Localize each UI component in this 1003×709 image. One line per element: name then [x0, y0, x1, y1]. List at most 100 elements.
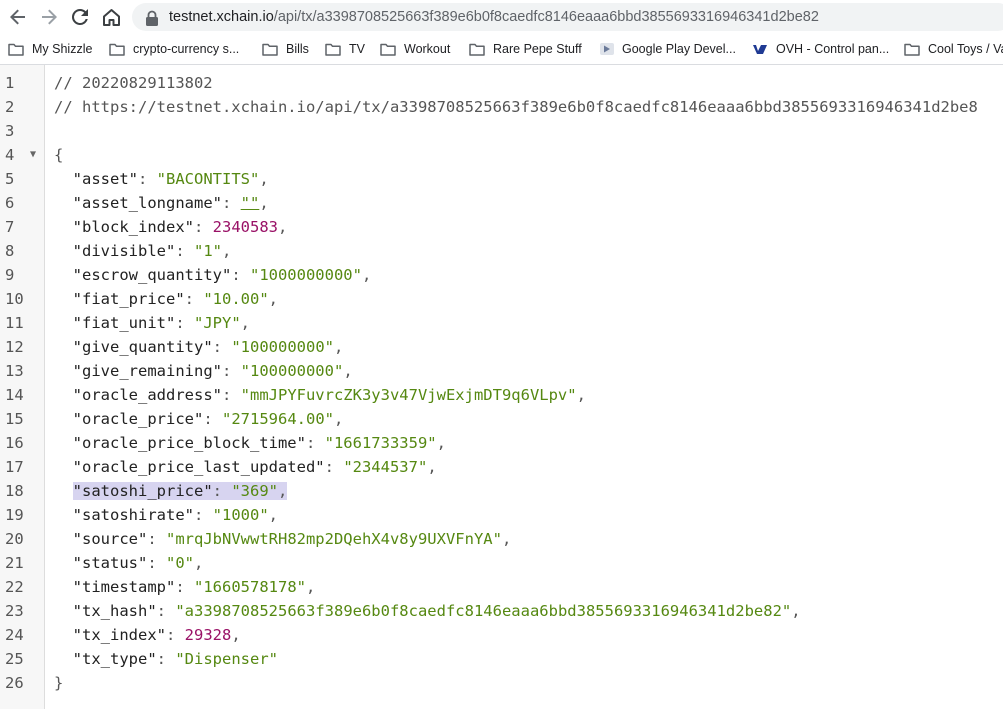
comma: ,	[222, 242, 232, 260]
json-entry: "tx_hash": "a3398708525663f389e6b0f8caed…	[73, 602, 801, 620]
json-key: "asset"	[72, 170, 138, 188]
bookmark-item[interactable]: TV	[325, 40, 365, 58]
code-line: 2 // https://testnet.xchain.io/api/tx/a33…	[0, 95, 1003, 119]
line-number: 10	[5, 290, 24, 308]
colon: :	[212, 482, 232, 500]
code-line: 10 "fiat_price": "10.00",	[0, 287, 1003, 311]
colon: :	[175, 242, 194, 260]
bookmark-label: My Shizzle	[32, 42, 93, 56]
bookmark-item[interactable]: Google Play Devel...	[600, 40, 736, 58]
line-number: 8	[5, 242, 15, 260]
code-content: "satoshirate": "1000",	[54, 503, 278, 527]
json-value: "BACONTITS"	[156, 170, 260, 188]
code-content: "asset": "BACONTITS",	[54, 167, 269, 191]
code-line: 22 "timestamp": "1660578178",	[0, 575, 1003, 599]
home-button[interactable]	[99, 5, 123, 29]
line-number: 26	[5, 674, 24, 692]
folder-icon	[109, 43, 125, 56]
folder-icon	[380, 43, 396, 56]
code-content: "give_remaining": "100000000",	[54, 359, 353, 383]
json-viewer: 1 // 20220829113802 2 // https://testnet.xc…	[0, 65, 1003, 709]
line-number: 9	[5, 266, 15, 284]
colon: :	[175, 314, 194, 332]
url-host: testnet.xchain.io	[169, 9, 274, 25]
comma: ,	[194, 554, 204, 572]
bookmark-item[interactable]: Cool Toys / Va	[904, 40, 1003, 58]
comma: ,	[240, 314, 251, 332]
line-number: 20	[5, 530, 24, 548]
code-content: "oracle_price_last_updated": "2344537",	[54, 455, 437, 479]
comma: ,	[259, 170, 269, 188]
line-number: 3	[5, 122, 15, 140]
bookmark-item[interactable]: OVH - Control pan...	[752, 40, 889, 58]
bookmark-item[interactable]: Rare Pepe Stuff	[469, 40, 582, 58]
bookmark-icon	[469, 43, 485, 56]
code-line: 25 "tx_type": "Dispenser"	[0, 647, 1003, 671]
lock-icon	[146, 10, 158, 26]
json-value: "mrqJbNVwwtRH82mp2DQehX4v8y9UXVFnYA"	[166, 530, 502, 548]
back-button[interactable]	[6, 5, 30, 29]
json-key: "oracle_price_last_updated"	[72, 458, 325, 476]
code-line: 23 "tx_hash": "a3398708525663f389e6b0f8c…	[0, 599, 1003, 623]
code-content: "satoshi_price": "369",	[54, 479, 288, 503]
json-value: "369"	[231, 482, 278, 500]
json-key: "fiat_price"	[72, 290, 185, 308]
colon: :	[203, 410, 222, 428]
json-value: "1660578178"	[194, 578, 306, 596]
code-line: 13 "give_remaining": "100000000",	[0, 359, 1003, 383]
fold-toggle-icon[interactable]: ▼	[30, 143, 36, 167]
comma: ,	[333, 338, 344, 356]
colon: :	[231, 266, 250, 284]
bookmark-item[interactable]: Bills	[262, 40, 309, 58]
json-entry: "escrow_quantity": "1000000000",	[73, 266, 372, 284]
bookmark-icon	[109, 43, 125, 56]
reload-button[interactable]	[68, 5, 92, 29]
json-entry: "divisible": "1",	[73, 242, 232, 260]
comma: ,	[427, 458, 437, 476]
colon: :	[138, 170, 157, 188]
code-content: "timestamp": "1660578178",	[54, 575, 316, 599]
json-key: "satoshi_price"	[72, 482, 213, 500]
ovh-icon	[753, 45, 767, 54]
json-entry: "asset_longname": "",	[73, 194, 269, 212]
comma: ,	[259, 194, 269, 212]
json-value: "JPY"	[194, 314, 241, 332]
bookmark-label: OVH - Control pan...	[776, 42, 890, 56]
comma: ,	[501, 530, 512, 548]
address-bar-url[interactable]: testnet.xchain.io/api/tx/a3398708525663f…	[169, 7, 819, 27]
code-content: "escrow_quantity": "1000000000",	[54, 263, 372, 287]
code-content: "oracle_price": "2715964.00",	[54, 407, 344, 431]
folder-icon	[8, 43, 24, 56]
line-number: 15	[5, 410, 24, 428]
json-key: "block_index"	[72, 218, 194, 236]
bookmark-item[interactable]: My Shizzle	[8, 40, 92, 58]
json-key: "give_remaining"	[72, 362, 222, 380]
forward-button[interactable]	[37, 5, 61, 29]
colon: :	[184, 290, 204, 308]
colon: :	[194, 506, 213, 524]
code-line: 12 "give_quantity": "100000000",	[0, 335, 1003, 359]
comma: ,	[278, 218, 288, 236]
line-number: 14	[5, 386, 24, 404]
json-entry: "status": "0",	[73, 554, 204, 572]
colon: :	[221, 362, 241, 380]
json-entry: "give_remaining": "100000000",	[73, 362, 353, 380]
folder-icon	[904, 43, 920, 56]
browser-toolbar: testnet.xchain.io/api/tx/a3398708525663f…	[0, 0, 1003, 34]
json-entry: "fiat_unit": "JPY",	[73, 314, 250, 332]
json-key: "fiat_unit"	[72, 314, 176, 332]
json-value: "100000000"	[231, 338, 334, 356]
colon: :	[324, 458, 344, 476]
code-content: {	[54, 143, 63, 167]
json-value: "2715964.00"	[222, 410, 334, 428]
line-number: 2	[5, 98, 15, 116]
bookmark-icon	[904, 43, 920, 56]
line-number: 16	[5, 434, 24, 452]
bookmark-item[interactable]: Workout	[380, 40, 450, 58]
code-content: "fiat_unit": "JPY",	[54, 311, 250, 335]
json-key: "tx_hash"	[72, 602, 157, 620]
json-value: "10.00"	[203, 290, 269, 308]
bookmark-item[interactable]: crypto-currency s...	[109, 40, 239, 58]
json-entry: "source": "mrqJbNVwwtRH82mp2DQehX4v8y9UX…	[73, 530, 512, 548]
json-value: "0"	[166, 554, 194, 572]
